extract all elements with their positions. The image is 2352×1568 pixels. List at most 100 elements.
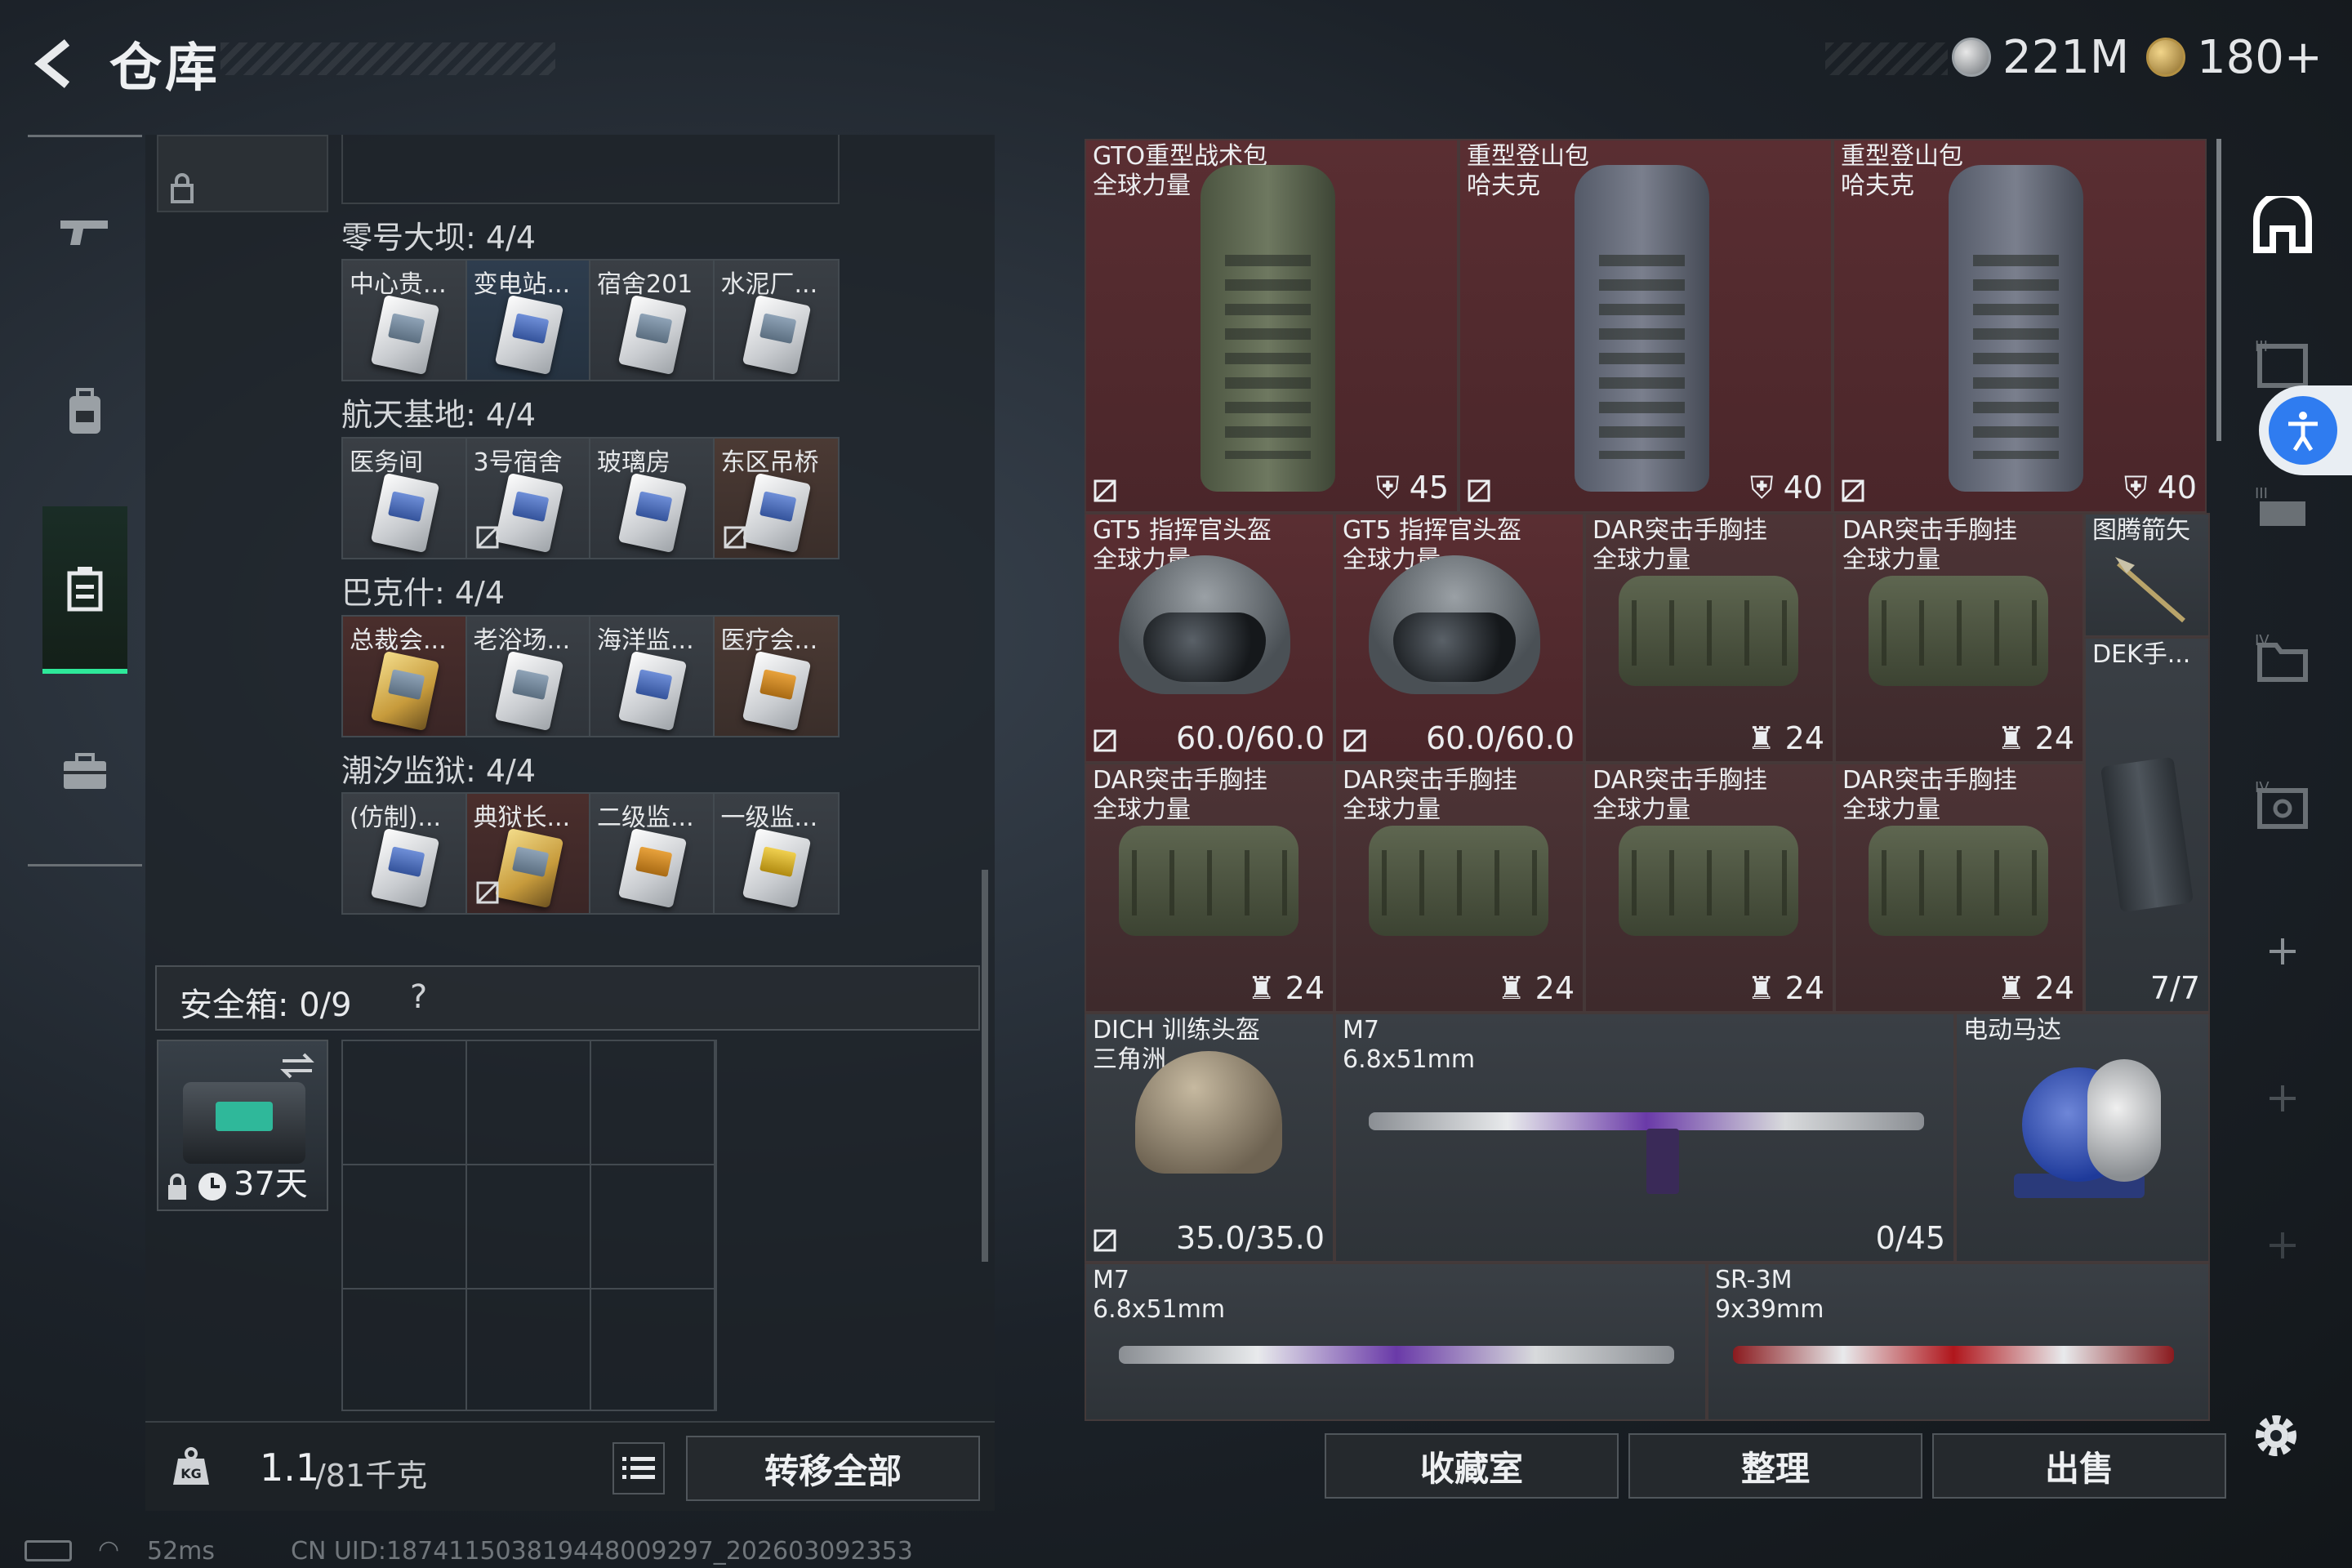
lock-icon	[168, 1174, 186, 1200]
collection-button[interactable]: 收藏室	[1325, 1433, 1619, 1499]
keycard-item[interactable]: 典狱长...	[466, 794, 590, 913]
keycard-item[interactable]: 总裁会...	[343, 617, 467, 736]
back-button[interactable]	[24, 31, 90, 96]
keycard-item[interactable]: 老浴场...	[466, 617, 590, 736]
item-cell[interactable]: M7 6.8x51mm 0/45	[1334, 1013, 1955, 1263]
nav-storage[interactable]	[42, 506, 127, 674]
keycard-item[interactable]: 医务间	[343, 439, 467, 558]
item-cell[interactable]: DICH 训练头盔 三角洲 35.0/35.0	[1085, 1013, 1334, 1263]
keycard-icon	[494, 827, 564, 909]
right-nav: III III IV IV	[2238, 163, 2336, 1307]
item-cell[interactable]: 图腾箭矢	[2084, 513, 2210, 637]
item-capacity: ♜ 24	[1747, 970, 1824, 1006]
keycard-icon	[370, 294, 440, 376]
arrow-item-icon	[2115, 557, 2185, 623]
keycard-icon	[370, 827, 440, 909]
vest-image	[1869, 826, 2048, 936]
slots-icon: ♜	[1747, 720, 1775, 756]
item-name: DEK手...	[2092, 640, 2191, 669]
item-cell[interactable]: GT5 指挥官头盔 全球力量 60.0/60.0	[1085, 513, 1334, 763]
item-cell[interactable]: 电动马达	[1955, 1013, 2210, 1263]
accessibility-button[interactable]	[2259, 385, 2352, 475]
rifle-image	[1369, 1112, 1924, 1130]
item-cell[interactable]: DAR突击手胸挂 全球力量 ♜ 24	[1085, 763, 1334, 1013]
item-cell[interactable]: SR-3M 9x39mm	[1707, 1263, 2210, 1421]
safebox-header[interactable]: 安全箱: 0/9 ?	[155, 965, 980, 1031]
keycard-icon	[742, 472, 811, 554]
keycard-item[interactable]: 医疗会...	[714, 617, 838, 736]
nav-weapons[interactable]	[42, 184, 127, 282]
list-view-button[interactable]	[612, 1442, 665, 1494]
keycard-icon	[617, 294, 688, 376]
organize-button[interactable]: 整理	[1628, 1433, 1922, 1499]
card-label: 宿舍201	[597, 270, 693, 299]
tier4-folder-tab[interactable]: IV	[2246, 621, 2319, 694]
keycard-item[interactable]: 东区吊桥	[714, 439, 838, 558]
keycard-item[interactable]: (仿制)...	[343, 794, 467, 913]
item-capacity: ⛨ 40	[2124, 470, 2197, 506]
backpack-image	[1949, 165, 2083, 492]
keycard-item[interactable]: 玻璃房	[590, 439, 715, 558]
keycard-item[interactable]: 一级监...	[714, 794, 838, 913]
keycard-icon	[742, 827, 811, 909]
vest-image	[1619, 576, 1798, 686]
item-cell[interactable]: DAR突击手胸挂 全球力量 ♜ 24	[1334, 763, 1584, 1013]
item-cell[interactable]: M7 6.8x51mm	[1085, 1263, 1707, 1421]
scrollbar[interactable]	[982, 870, 988, 1262]
keycard-item[interactable]: 宿舍201	[590, 261, 715, 380]
add-slot-button[interactable]	[2246, 915, 2319, 988]
add-slot-button[interactable]	[2246, 1062, 2319, 1135]
ping: 52ms	[147, 1537, 216, 1566]
nav-backpack[interactable]	[42, 363, 127, 461]
currency-silver[interactable]: 221M	[1952, 31, 2129, 84]
card-label: 老浴场...	[473, 626, 571, 655]
gun-icon	[60, 220, 108, 245]
list-icon	[622, 1457, 655, 1479]
group-title: 航天基地: 4/4	[341, 397, 537, 433]
item-capacity: ♜ 24	[1997, 720, 2074, 756]
card-label: 玻璃房	[597, 448, 670, 477]
item-cell[interactable]: DAR突击手胸挂 全球力量 ♜ 24	[1834, 513, 2084, 763]
nav-briefcase[interactable]	[42, 723, 127, 821]
item-cell[interactable]: GT5 指挥官头盔 全球力量 60.0/60.0	[1334, 513, 1584, 763]
item-name: 重型登山包 哈夫克	[1841, 142, 1963, 200]
no-trade-icon	[724, 526, 746, 549]
device-image	[2100, 756, 2194, 913]
keycard-item[interactable]: 海洋监...	[590, 617, 715, 736]
group-title: 零号大坝: 4/4	[341, 220, 537, 256]
item-cell[interactable]: 重型登山包 哈夫克 ⛨ 40	[1833, 139, 2207, 513]
storage-home-tab[interactable]	[2246, 188, 2319, 261]
tier3-bench-tab[interactable]: III	[2246, 474, 2319, 547]
item-cell[interactable]: DAR突击手胸挂 全球力量 ♜ 24	[1834, 763, 2084, 1013]
item-cell[interactable]: DAR突击手胸挂 全球力量 ♜ 24	[1584, 763, 1834, 1013]
keycard-item[interactable]: 3号宿舍	[466, 439, 590, 558]
item-grid-scrollbar[interactable]	[2216, 139, 2221, 441]
locked-slot[interactable]	[157, 135, 328, 212]
safebox-item[interactable]: 37天	[157, 1040, 328, 1211]
keycard-row: 医务间 3号宿舍 玻璃房 东区吊桥	[341, 437, 840, 559]
svg-text:III: III	[2255, 485, 2268, 502]
page-title: 仓库	[109, 38, 220, 99]
tier4-safe-tab[interactable]: IV	[2246, 768, 2319, 841]
item-cell[interactable]: 重型登山包 哈夫克 ⛨ 40	[1459, 139, 1833, 513]
item-name: SR-3M 9x39mm	[1715, 1266, 1824, 1324]
card-label: 3号宿舍	[473, 448, 563, 477]
keycard-item[interactable]: 二级监...	[590, 794, 715, 913]
add-slot-button[interactable]	[2246, 1209, 2319, 1282]
keycard-item[interactable]: 变电站...	[466, 261, 590, 380]
sell-button[interactable]: 出售	[1932, 1433, 2226, 1499]
item-capacity: ♜ 24	[1247, 970, 1325, 1006]
rifle-magazine	[1646, 1129, 1679, 1194]
help-button[interactable]: ?	[410, 978, 427, 1016]
keycard-item[interactable]: 水泥厂...	[714, 261, 838, 380]
transfer-all-button[interactable]: 转移全部	[686, 1436, 980, 1501]
plus-icon	[2270, 1085, 2296, 1111]
currency-gold[interactable]: 180+	[2146, 31, 2323, 84]
item-cell[interactable]: DEK手... 7/7	[2084, 637, 2210, 1013]
settings-gear-icon[interactable]	[2250, 1410, 2302, 1462]
keycard-item[interactable]: 中心贵...	[343, 261, 467, 380]
item-cell[interactable]: DAR突击手胸挂 全球力量 ♜ 24	[1584, 513, 1834, 763]
swap-icon[interactable]	[279, 1049, 315, 1082]
item-cell[interactable]: GTO重型战术包 全球力量 ⛨ 45	[1085, 139, 1459, 513]
clock-icon	[198, 1173, 226, 1200]
